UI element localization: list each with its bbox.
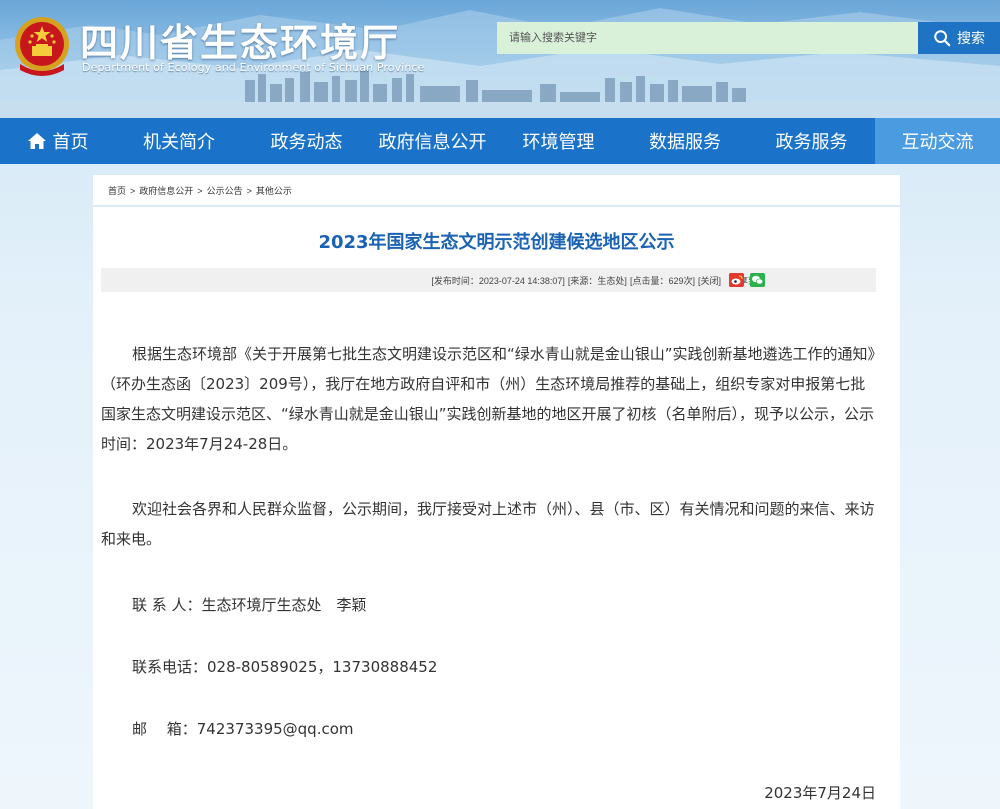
home-icon [27, 133, 46, 149]
breadcrumb-link-info-disclosure[interactable]: 政府信息公开 [139, 186, 193, 196]
nav-item-gov-services[interactable]: 政务服务 [748, 118, 875, 164]
publish-time: [发布时间：2023-07-24 14:38:07] [431, 275, 565, 286]
nav-item-label: 政府信息公开 [378, 132, 487, 153]
main-nav: 首页 机关简介 政务动态 政府信息公开 环境管理 数据服务 政务服务 互动交流 [0, 118, 1000, 164]
divider [93, 205, 900, 207]
national-emblem-icon [15, 17, 69, 76]
nav-item-env-management[interactable]: 环境管理 [495, 118, 622, 164]
nav-item-news[interactable]: 政务动态 [243, 118, 370, 164]
site-header: 四川省生态环境厅 Department of Ecology and Envir… [0, 0, 1000, 118]
nav-item-about[interactable]: 机关简介 [115, 118, 243, 164]
nav-item-label: 互动交流 [901, 132, 974, 153]
breadcrumb-link-announcements[interactable]: 公示公告 [207, 186, 243, 196]
breadcrumb-link-home[interactable]: 首页 [108, 186, 126, 196]
search-input[interactable] [497, 22, 918, 54]
article-date: 2023年7月24日 [764, 784, 876, 802]
nav-item-info-disclosure[interactable]: 政府信息公开 [370, 118, 495, 164]
search-button-label: 搜索 [957, 31, 985, 47]
contact-phone: 联系电话：028-80589025，13730888452 [132, 658, 438, 676]
contact-person: 联 系 人：生态环境厅生态处 李颖 [132, 596, 367, 614]
nav-item-label: 机关简介 [143, 132, 215, 153]
contact-email: 邮 箱：742373395@qq.com [132, 720, 354, 738]
close-link[interactable]: [关闭] [698, 274, 721, 287]
site-subtitle: Department of Ecology and Environment of… [82, 61, 425, 74]
nav-item-label: 政务服务 [775, 132, 848, 153]
click-count: [点击量：629次] [629, 275, 695, 286]
nav-item-label: 数据服务 [649, 132, 721, 153]
nav-item-interaction[interactable]: 互动交流 [875, 118, 1000, 164]
article-paragraph: 根据生态环境部《关于开展第七批生态文明建设示范区和“绿水青山就是金山银山”实践创… [101, 345, 876, 453]
article-title: 2023年国家生态文明示范创建候选地区公示 [318, 232, 675, 253]
nav-item-label: 首页 [52, 132, 89, 153]
nav-item-data-services[interactable]: 数据服务 [622, 118, 748, 164]
article-source: [来源：生态处] [567, 275, 627, 286]
article-paragraph: 欢迎社会各界和人民群众监督，公示期间，我厅接受对上述市（州）、县（市、区）有关情… [101, 500, 875, 548]
search-button[interactable]: 搜索 [918, 22, 1000, 54]
breadcrumb: 首页 > 政府信息公开 > 公示公告 > 其他公示 [108, 186, 292, 196]
nav-item-label: 环境管理 [522, 132, 595, 153]
weibo-share-icon[interactable] [729, 273, 744, 287]
share-icons [729, 273, 765, 287]
site-title: 四川省生态环境厅 [80, 20, 401, 65]
wechat-share-icon[interactable] [750, 273, 765, 287]
nav-item-label: 政务动态 [270, 132, 343, 153]
nav-item-home[interactable]: 首页 [0, 118, 115, 164]
breadcrumb-link-other[interactable]: 其他公示 [256, 186, 292, 196]
search-icon [934, 30, 951, 47]
